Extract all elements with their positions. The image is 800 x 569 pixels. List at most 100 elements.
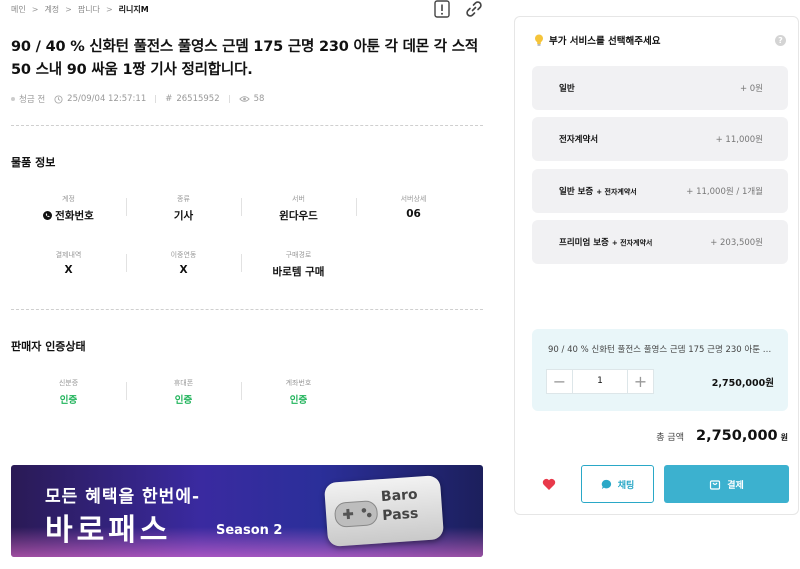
option-name-text: 프리미엄 보증 (559, 238, 609, 248)
info-cell-payment-history: 결제내역 X (11, 250, 126, 279)
pay-button-label: 결제 (727, 480, 744, 491)
service-option-basic-guarantee[interactable]: 일반 보증 + 전자계약서 + 11,000원 / 1개월 (532, 169, 788, 213)
info-value: X (179, 264, 188, 276)
banner-title: 바로패스 (45, 513, 172, 548)
item-info-row: 결제내역 X 이중연동 X 구매경로 바로템 구매 (11, 250, 471, 279)
info-label: 서버 (292, 195, 305, 203)
option-price: + 11,000원 / 1개월 (686, 187, 763, 197)
info-cell-purchase-route: 구매경로 바로템 구매 (241, 250, 356, 279)
auth-status: 인증 (174, 395, 193, 406)
baropass-banner[interactable]: 모든 혜택을 한번에- 바로패스 Season 2 Baro Pass (11, 465, 483, 557)
seller-name: 청금 전 (19, 95, 46, 105)
gamepad-icon (334, 500, 378, 528)
info-label: 종류 (177, 195, 190, 203)
option-price: + 203,500원 (710, 238, 763, 248)
info-value-text: 전화번호 (55, 210, 94, 222)
info-value: 윈다우드 (279, 210, 318, 222)
breadcrumb-sell[interactable]: 팝니다 (78, 4, 100, 15)
auth-status: 인증 (59, 395, 78, 406)
post-meta: 청금 전 25/09/04 12:57:11 # 26515952 58 (11, 93, 273, 105)
option-price: + 11,000원 (715, 135, 763, 145)
divider (11, 309, 483, 310)
report-icon[interactable] (433, 0, 451, 18)
divider (11, 125, 483, 126)
decrement-button[interactable]: − (546, 369, 573, 394)
auth-label: 계좌번호 (285, 379, 312, 387)
panel-heading: 부가 서비스를 선택해주세요 (534, 33, 661, 47)
info-value: X (64, 264, 73, 276)
info-value: 기사 (173, 210, 194, 222)
increment-button[interactable]: + (627, 369, 654, 394)
total-unit: 원 (780, 433, 788, 442)
breadcrumb-game[interactable]: 리니지M (119, 4, 149, 15)
hash-icon: # (165, 94, 173, 104)
auth-cell-phone: 휴대폰 인증 (126, 378, 241, 406)
seller-auth-heading: 판매자 인증상태 (11, 340, 86, 353)
help-icon[interactable]: ? (775, 35, 786, 46)
info-label: 이중연동 (170, 251, 197, 259)
eye-icon (238, 96, 250, 102)
auth-status: 인증 (289, 395, 308, 406)
option-name-text: 전자계약서 (559, 135, 599, 145)
banner-season: Season 2 (216, 523, 283, 538)
seller-grade-icon (11, 97, 15, 101)
views-item: 58 (238, 94, 265, 104)
info-value: 전화번호 (11, 208, 126, 223)
lightbulb-icon (535, 34, 543, 46)
chat-button-label: 채팅 (617, 480, 635, 491)
service-option-basic[interactable]: 일반 + 0원 (532, 66, 788, 110)
quantity-stepper: − 1 + (546, 369, 654, 394)
auth-label: 신분증 (58, 379, 79, 387)
breadcrumb-account[interactable]: 계정 (44, 4, 59, 15)
info-label: 계정 (62, 195, 75, 203)
info-value: 06 (406, 208, 421, 220)
purchase-panel: 부가 서비스를 선택해주세요 ? 일반 + 0원 전자계약서 + 11,000원… (514, 16, 799, 515)
views-count: 58 (253, 94, 265, 104)
post-number: 26515952 (176, 94, 220, 104)
banner-tagline: 모든 혜택을 한번에- (45, 487, 201, 507)
option-name: 프리미엄 보증 + 전자계약서 (559, 236, 652, 248)
phone-icon (43, 211, 53, 220)
auth-cell-id: 신분증 인증 (11, 378, 126, 406)
seller-auth-row: 신분증 인증 휴대폰 인증 계좌번호 인증 (11, 378, 471, 406)
chevron-right-icon: > (105, 4, 113, 14)
link-share-icon[interactable] (465, 0, 483, 18)
chat-button[interactable]: 채팅 (581, 465, 654, 503)
quantity-input[interactable]: 1 (573, 369, 627, 394)
option-name: 일반 (559, 82, 575, 94)
clock-icon (54, 94, 63, 104)
pay-button[interactable]: 결제 (664, 465, 789, 503)
breadcrumb: 메인 > 계정 > 팝니다 > 리니지M (11, 3, 149, 15)
option-name: 일반 보증 + 전자계약서 (559, 185, 637, 197)
total-label: 총 금액 (656, 433, 684, 443)
chat-bubble-icon (601, 479, 611, 489)
service-option-e-contract[interactable]: 전자계약서 + 11,000원 (532, 117, 788, 161)
post-number-item: # 26515952 (165, 94, 219, 104)
info-value: 바로템 구매 (272, 266, 325, 278)
product-detail: 메인 > 계정 > 팝니다 > 리니지M 90 / 40 % 신화턴 풀전스 풀… (11, 0, 483, 569)
total-value-number: 2,750,000 (695, 428, 778, 444)
wishlist-heart-icon[interactable] (542, 476, 556, 495)
baropass-logo: Baro Pass (323, 475, 445, 547)
post-datetime: 25/09/04 12:57:11 (67, 94, 147, 104)
divider (155, 95, 157, 103)
auth-cell-account: 계좌번호 인증 (241, 378, 356, 406)
shopping-bag-icon (710, 480, 721, 490)
post-title: 90 / 40 % 신화턴 풀전스 풀영스 근뎀 175 근명 230 아툰 각… (11, 39, 478, 78)
info-cell-dual-link: 이중연동 X (126, 250, 241, 279)
total-amount: 총 금액 2,750,000 원 (656, 428, 788, 444)
info-cell-account: 계정 전화번호 (11, 194, 126, 223)
option-name-text: 일반 보증 (559, 187, 594, 197)
service-option-premium-guarantee[interactable]: 프리미엄 보증 + 전자계약서 + 203,500원 (532, 220, 788, 264)
option-price: + 0원 (739, 84, 763, 94)
item-info-heading: 물품 정보 (11, 156, 56, 169)
summary-price: 2,750,000원 (711, 378, 774, 389)
item-info-row: 계정 전화번호 종류 기사 서버 윈다우드 서버상세 06 (11, 194, 471, 223)
chevron-right-icon: > (65, 4, 72, 14)
info-label: 서버상세 (400, 195, 427, 203)
logo-text-line: Pass (381, 505, 419, 525)
auth-label: 휴대폰 (173, 379, 194, 387)
option-sub: + 전자계약서 (596, 188, 637, 196)
option-sub: + 전자계약서 (611, 239, 653, 247)
breadcrumb-home[interactable]: 메인 (11, 4, 26, 15)
